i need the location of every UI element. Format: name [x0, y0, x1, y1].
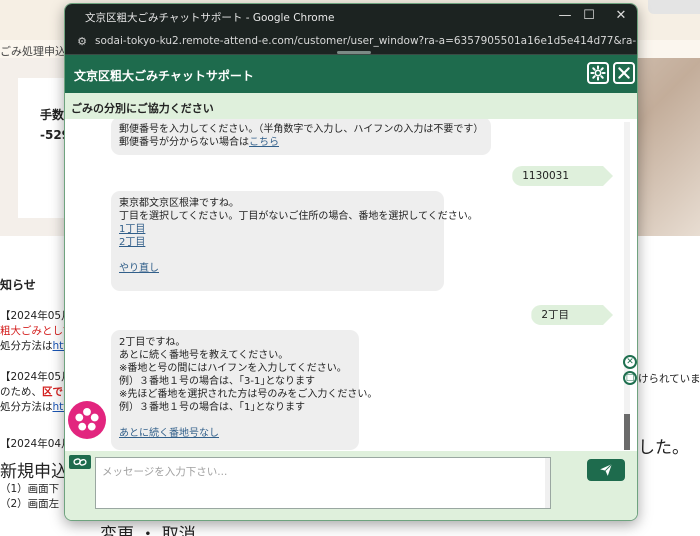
- bg-fee-label: 手数: [40, 108, 65, 122]
- message-text-prefix: 郵便番号が分からない場合は: [119, 137, 249, 148]
- link-icon: [73, 458, 87, 466]
- send-button[interactable]: [587, 459, 625, 481]
- bg-news-title: 知らせ: [0, 278, 36, 292]
- close-icon: [618, 67, 630, 79]
- drag-handle[interactable]: [337, 51, 371, 54]
- message-text: ※先ほど番地を選択された方は号のみをご入力ください。: [119, 389, 378, 400]
- chat-badge-icon[interactable]: □: [623, 371, 637, 385]
- bg-news-red-text[interactable]: 粗大ごみとして: [0, 325, 73, 337]
- window-titlebar[interactable]: 文京区粗大ごみチャットサポート - Google Chrome — ☐ ✕: [65, 4, 637, 29]
- message-text: 郵便番号が分からない場合はこちら: [119, 136, 483, 149]
- bg-right-text: けられていま: [638, 373, 700, 385]
- option-2-chome-link[interactable]: 2丁目: [119, 236, 436, 249]
- bot-message: 2丁目ですね。 あとに続く番地号を教えてください。 ※番地と号の間にはハイフンを…: [111, 330, 378, 450]
- maximize-button[interactable]: ☐: [579, 7, 599, 25]
- message-text: 例）３番地１号の場合は、｢3-1｣となります: [119, 376, 316, 387]
- chat-title: 文京区粗大ごみチャットサポート: [74, 69, 254, 83]
- bg-top-tab: [648, 0, 700, 14]
- bg-news-line: のため、区でい: [0, 384, 74, 399]
- gear-icon: [590, 65, 606, 81]
- bg-news-text: 処分方法は: [0, 401, 53, 413]
- message-text: あとに続く番地号を教えてください。: [119, 350, 289, 361]
- send-icon: [600, 463, 613, 476]
- attach-button[interactable]: [69, 455, 91, 469]
- message-text: 東京都文京区根津ですね。: [119, 198, 239, 209]
- message-text: 2丁目ですね。: [119, 337, 186, 348]
- bg-news-line: 粗大ごみとして: [0, 323, 73, 338]
- chat-header: 文京区粗大ごみチャットサポート: [65, 55, 637, 93]
- bg-news-line: 処分方法はhtt: [0, 338, 67, 353]
- option-1-chome-link[interactable]: 1丁目: [119, 223, 436, 236]
- close-badge-icon[interactable]: ✕: [623, 355, 637, 369]
- chat-messages[interactable]: 郵便番号を入力してください。（半角数字で入力し、ハイフンの入力は不要です） 郵便…: [65, 119, 637, 451]
- chat-scrollbar[interactable]: [624, 122, 630, 448]
- user-message: 1130031: [512, 166, 613, 186]
- bg-news-date: 【2024年05月: [0, 310, 72, 322]
- bot-message: 東京都文京区根津ですね。 丁目を選択してください。丁目がないご住所の場合、番地を…: [111, 191, 478, 291]
- input-scrollbar[interactable]: [545, 458, 550, 508]
- settings-button[interactable]: [587, 62, 609, 84]
- chat-launcher-button[interactable]: [68, 401, 106, 439]
- bg-bottom-title: 変更 ・ 取消: [100, 525, 196, 536]
- window-close-button[interactable]: ✕: [611, 7, 631, 25]
- message-input[interactable]: [95, 457, 551, 509]
- subheader-text: ごみの分別にご協力ください: [71, 102, 214, 115]
- chat-scrollbar-thumb[interactable]: [624, 414, 630, 450]
- bg-news-text: 処分方法は: [0, 340, 53, 352]
- redo-link[interactable]: やり直し: [119, 262, 436, 275]
- bg-news-date: 【2024年05月: [0, 371, 72, 383]
- bg-news-line: 処分方法はhtt: [0, 399, 67, 414]
- bg-news-date: 【2024年04月: [0, 438, 72, 450]
- message-text: 丁目を選択してください。丁目がないご住所の場合、番地を選択してください。: [119, 211, 478, 222]
- bg-step-text: （2）画面左: [0, 498, 60, 510]
- chat-popup-window: 文京区粗大ごみチャットサポート - Google Chrome — ☐ ✕ ⚙ …: [64, 3, 638, 521]
- window-title: 文京区粗大ごみチャットサポート - Google Chrome: [85, 12, 335, 24]
- bg-right-big-text: した。: [638, 438, 689, 458]
- user-message: 2丁目: [531, 305, 613, 325]
- bg-news-text: のため、: [0, 386, 42, 398]
- bg-step-text: （1）画面下: [0, 483, 60, 495]
- bg-section-title: 新規申込: [0, 462, 68, 482]
- chat-close-button[interactable]: [613, 62, 635, 84]
- message-text: 例）３番地１号の場合は、｢1｣となります: [119, 402, 306, 413]
- message-text: 郵便番号を入力してください。（半角数字で入力し、ハイフンの入力は不要です）: [119, 124, 484, 135]
- postal-lookup-link[interactable]: こちら: [249, 137, 279, 148]
- chat-input-area: [65, 451, 637, 520]
- site-info-icon[interactable]: ⚙: [75, 35, 89, 49]
- bg-nav-link[interactable]: ごみ処理申込: [0, 43, 66, 59]
- bot-message: 郵便番号を入力してください。（半角数字で入力し、ハイフンの入力は不要です） 郵便…: [111, 119, 492, 155]
- message-text: ※番地と号の間にはハイフンを入力してください。: [119, 363, 347, 374]
- flower-icon: [75, 407, 99, 431]
- chat-subheader: ごみの分別にご協力ください: [65, 93, 637, 119]
- no-house-number-link[interactable]: あとに続く番地号なし: [119, 427, 351, 440]
- minimize-button[interactable]: —: [555, 7, 575, 25]
- url-text[interactable]: sodai-tokyo-ku2.remote-attend-e.com/cust…: [95, 35, 637, 47]
